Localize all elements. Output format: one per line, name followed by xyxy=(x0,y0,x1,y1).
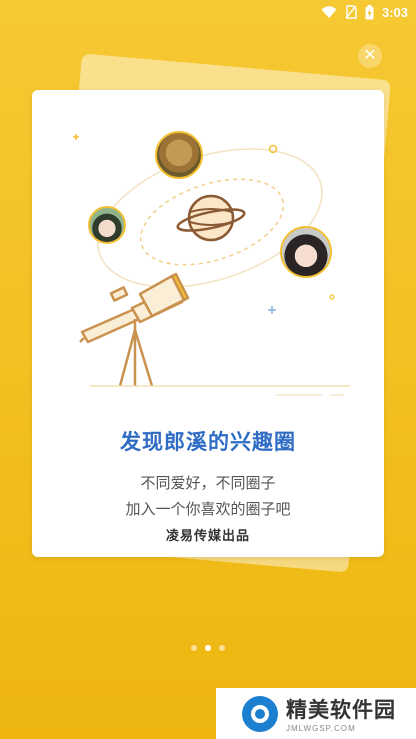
page-dot[interactable] xyxy=(219,645,225,651)
card-subtitle-line2: 加入一个你喜欢的圈子吧 xyxy=(125,501,291,518)
watermark-name: 精美软件园 xyxy=(286,699,396,722)
card-subtitle-line1: 不同爱好，不同圈子 xyxy=(140,475,276,492)
watermark-logo-icon xyxy=(242,695,278,732)
sparkle-icon xyxy=(73,134,79,140)
close-icon: ✕ xyxy=(363,47,377,64)
sparkle-icon xyxy=(268,306,276,314)
close-button[interactable]: ✕ xyxy=(358,44,382,68)
intro-card: 发现郎溪的兴趣圈 不同爱好，不同圈子 加入一个你喜欢的圈子吧 凌易传媒出品 xyxy=(32,90,384,557)
publisher-label: 凌易传媒出品 xyxy=(165,528,250,543)
card-headline: 发现郎溪的兴趣圈 xyxy=(120,431,296,454)
telescope-icon xyxy=(79,272,190,387)
status-time: 3:03 xyxy=(381,4,408,20)
page-dot[interactable] xyxy=(191,645,197,651)
avatar-dog xyxy=(155,131,203,179)
watermark-url: JMLWGSP.COM xyxy=(286,724,356,733)
small-dot xyxy=(329,294,335,300)
battery-charging-icon xyxy=(365,4,374,19)
avatar-girl xyxy=(280,226,332,278)
planet-icon xyxy=(176,194,246,242)
watermark-badge: 精美软件园 JMLWGSP.COM xyxy=(216,688,416,739)
page-dot-active[interactable] xyxy=(205,645,211,651)
wifi-icon xyxy=(321,6,337,18)
avatar-boy xyxy=(88,206,126,244)
no-sim-icon xyxy=(345,5,357,19)
status-bar: 3:03 xyxy=(0,0,416,24)
page-indicator xyxy=(0,645,416,651)
